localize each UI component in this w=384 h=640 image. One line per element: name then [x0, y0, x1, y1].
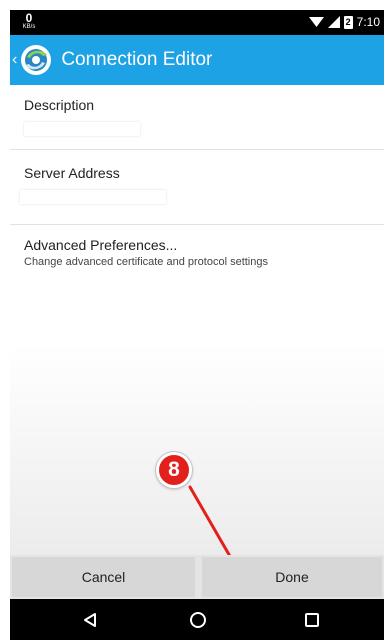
- description-setting[interactable]: Description: [10, 97, 384, 150]
- battery-level: 2: [345, 17, 351, 27]
- status-time: 7:10: [356, 15, 380, 29]
- nav-home-button[interactable]: [158, 599, 238, 640]
- description-value-redacted: [24, 122, 140, 136]
- app-logo-icon: [21, 45, 52, 75]
- button-bar: Cancel Done: [10, 555, 384, 599]
- nav-recents-button[interactable]: [272, 599, 352, 640]
- server-address-value-redacted: [20, 190, 166, 204]
- step-number: 8: [168, 458, 180, 481]
- recents-square-icon: [305, 612, 319, 627]
- cellular-signal-icon: [327, 16, 340, 28]
- navigation-bar: [10, 599, 384, 640]
- server-address-label: Server Address: [24, 165, 120, 181]
- wifi-icon: [308, 17, 324, 27]
- nav-back-button[interactable]: [50, 599, 130, 640]
- status-bar: 0 KB/s 2 7:10: [10, 10, 384, 35]
- up-navigation-button[interactable]: ‹: [10, 35, 53, 85]
- step-number-badge: 8: [156, 452, 192, 488]
- cancel-button[interactable]: Cancel: [12, 557, 195, 597]
- home-circle-icon: [190, 611, 206, 628]
- server-address-setting[interactable]: Server Address: [10, 165, 384, 225]
- advanced-preferences-summary: Change advanced certificate and protocol…: [24, 256, 268, 268]
- network-speed-indicator: 0 KB/s: [19, 12, 39, 30]
- app-bar: ‹ Connection Editor: [10, 35, 384, 85]
- advanced-preferences-title: Advanced Preferences...: [24, 237, 178, 253]
- battery-icon: 2: [343, 15, 353, 29]
- back-triangle-icon: [84, 612, 96, 627]
- settings-list: Description Server Address Advanced Pref…: [10, 85, 384, 555]
- app-title: Connection Editor: [61, 49, 213, 70]
- done-button[interactable]: Done: [202, 557, 382, 597]
- network-speed-value: 0: [25, 11, 33, 25]
- network-speed-unit: KB/s: [22, 24, 36, 30]
- back-chevron-icon: ‹: [12, 51, 18, 68]
- advanced-preferences-setting[interactable]: Advanced Preferences... Change advanced …: [10, 237, 384, 281]
- status-icons: 2 7:10: [308, 15, 380, 29]
- description-label: Description: [24, 97, 95, 113]
